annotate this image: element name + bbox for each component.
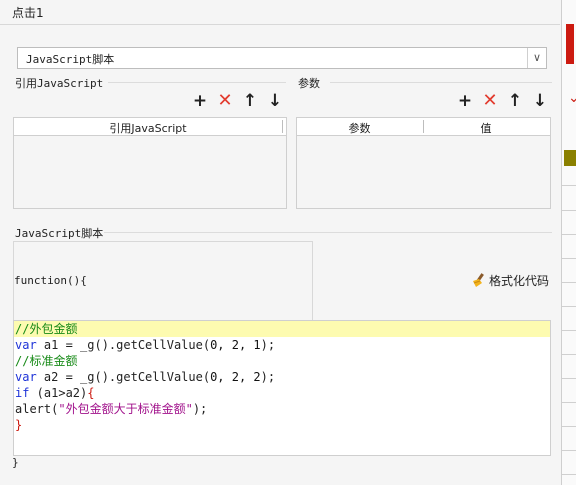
script-type-select[interactable]: JavaScript脚本 ∨ [17,47,547,69]
broom-icon [473,273,484,287]
script-type-value: JavaScript脚本 [26,53,115,66]
code-line-1: //外包金额 [14,321,550,337]
params-column-name[interactable]: 参数 [297,120,422,136]
ref-js-add-button[interactable]: + [191,92,209,110]
ref-js-delete-button[interactable]: ✕ [216,92,234,110]
dialog-title-bar: 点击1 [0,0,560,25]
params-group-label: 参数 [298,77,320,90]
function-closing-brace: } [12,456,19,469]
params-table-header: 参数 值 [297,118,550,136]
ref-js-group-label: 引用JavaScript [15,77,104,90]
script-group-label: JavaScript脚本 [15,227,104,240]
code-line-2: var a1 = _g().getCellValue(0, 2, 1); [15,338,276,352]
params-delete-button[interactable]: ✕ [481,92,499,110]
chevron-down-icon[interactable]: ∨ [527,48,546,68]
code-line-3: //标准金额 [15,354,78,368]
function-header-box: function(){ [13,241,313,321]
sheet-red-marker [566,24,574,64]
params-move-down-button[interactable]: ↓ [531,92,549,110]
code-line-5: if (a1>a2){ [15,386,95,400]
params-table[interactable]: 参数 值 [296,117,551,209]
params-move-up-button[interactable]: ↑ [506,92,524,110]
params-add-button[interactable]: + [456,92,474,110]
background-sheet-edge: ⌄ [561,0,576,485]
dialog-title: 点击1 [12,6,44,20]
ref-js-column-header[interactable]: 引用JavaScript [14,120,282,136]
ref-js-table[interactable]: 引用JavaScript [13,117,287,209]
params-column-value[interactable]: 值 [424,120,548,136]
ref-js-table-header: 引用JavaScript [14,118,286,136]
code-line-4: var a2 = _g().getCellValue(0, 2, 2); [15,370,276,384]
sheet-chevron-icon: ⌄ [568,90,576,106]
ref-js-move-down-button[interactable]: ↓ [266,92,284,110]
format-code-label: 格式化代码 [489,274,550,288]
format-code-button[interactable]: 格式化代码 [470,272,549,289]
code-editor[interactable]: //外包金额 var a1 = _g().getCellValue(0, 2, … [13,320,551,456]
ref-js-move-up-button[interactable]: ↑ [241,92,259,110]
sheet-olive-cell [564,150,576,166]
code-line-6: alert("外包金额大于标准金额"); [15,402,208,416]
code-line-7: } [15,418,23,432]
function-header-text: function(){ [14,274,87,287]
